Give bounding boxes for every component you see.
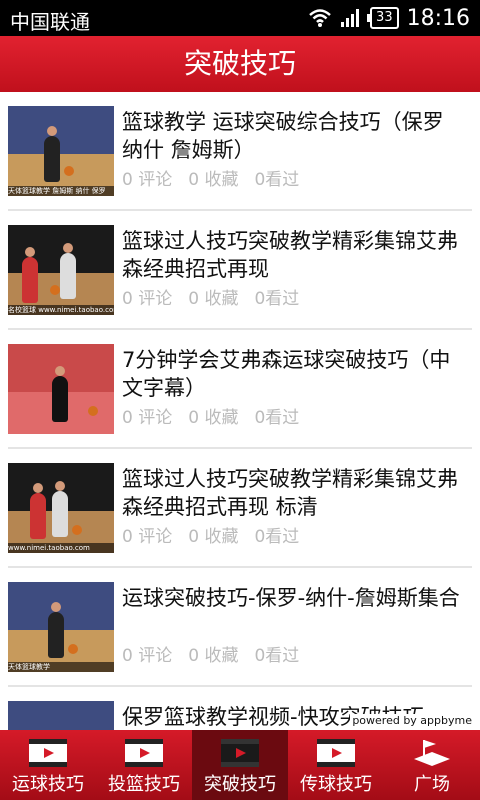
view-count: 0看过	[254, 289, 300, 309]
tab-shooting[interactable]: 投篮技巧	[96, 730, 192, 800]
tab-breakthrough[interactable]: 突破技巧	[192, 730, 288, 800]
tab-plaza[interactable]: 广场	[384, 730, 480, 800]
thumbnail-caption: 天体篮球教学 詹姆斯 纳什 保罗	[8, 186, 114, 196]
carrier-name: 中国联通	[10, 10, 90, 34]
wifi-icon	[309, 9, 331, 27]
thumbnail-caption: 天体篮球教学	[8, 662, 114, 672]
film-play-icon	[221, 739, 259, 767]
comment-count: 0 评论	[122, 170, 173, 190]
film-play-icon	[29, 739, 67, 767]
list-item[interactable]: 7分钟学会艾弗森运球突破技巧（中文字幕） 0 评论 0 收藏 0看过	[0, 330, 480, 449]
video-thumbnail[interactable]: 名校篮球 www.nimei.taobao.com	[8, 225, 114, 315]
list-item[interactable]: 天体篮球教学 詹姆斯 纳什 保罗 篮球教学 运球突破综合技巧（保罗 纳什 詹姆斯…	[0, 92, 480, 211]
comment-count: 0 评论	[122, 289, 173, 309]
item-title[interactable]: 7分钟学会艾弗森运球突破技巧（中文字幕）	[122, 346, 470, 402]
tab-label: 运球技巧	[12, 774, 84, 795]
comment-count: 0 评论	[122, 408, 173, 428]
video-list[interactable]: 天体篮球教学 詹姆斯 纳什 保罗 篮球教学 运球突破综合技巧（保罗 纳什 詹姆斯…	[0, 92, 480, 730]
comment-count: 0 评论	[122, 527, 173, 547]
favorite-count: 0 收藏	[188, 527, 239, 547]
tab-passing[interactable]: 传球技巧	[288, 730, 384, 800]
item-title[interactable]: 篮球过人技巧突破教学精彩集锦艾弗森经典招式再现	[122, 227, 470, 283]
tab-dribbling[interactable]: 运球技巧	[0, 730, 96, 800]
plaza-flag-icon	[414, 740, 450, 766]
video-thumbnail[interactable]: www.nimei.taobao.com	[8, 463, 114, 553]
list-item[interactable]: 名校篮球 www.nimei.taobao.com 篮球过人技巧突破教学精彩集锦…	[0, 211, 480, 330]
thumbnail-caption: 名校篮球 www.nimei.taobao.com	[8, 305, 114, 315]
film-play-icon	[317, 739, 355, 767]
signal-icon	[341, 9, 360, 27]
tab-label: 广场	[414, 774, 450, 795]
status-icons: 33 18:16	[308, 4, 470, 32]
view-count: 0看过	[254, 170, 300, 190]
battery-icon: 33	[367, 7, 399, 29]
item-title[interactable]: 篮球过人技巧突破教学精彩集锦艾弗森经典招式再现 标清	[122, 465, 470, 521]
item-meta: 0 评论 0 收藏 0看过	[122, 641, 315, 666]
favorite-count: 0 收藏	[188, 646, 239, 666]
list-item[interactable]: 天体篮球教学 运球突破技巧-保罗-纳什-詹姆斯集合 0 评论 0 收藏 0看过	[0, 568, 480, 687]
video-thumbnail[interactable]: 天体篮球教学 詹姆斯 纳什 保罗	[8, 106, 114, 196]
tab-label: 投篮技巧	[108, 774, 180, 795]
tab-label: 传球技巧	[300, 774, 372, 795]
video-thumbnail[interactable]	[8, 344, 114, 434]
view-count: 0看过	[254, 408, 300, 428]
item-meta: 0 评论 0 收藏 0看过	[122, 522, 315, 547]
page-title-bar: 突破技巧	[0, 36, 480, 92]
bottom-tab-bar: 运球技巧 投篮技巧 突破技巧 传球技巧 广场	[0, 730, 480, 800]
page-title: 突破技巧	[183, 47, 296, 80]
item-title[interactable]: 篮球教学 运球突破综合技巧（保罗 纳什 詹姆斯）	[122, 108, 470, 164]
item-meta: 0 评论 0 收藏 0看过	[122, 165, 315, 190]
clock: 18:16	[406, 5, 470, 31]
powered-by-label: powered by appbyme	[350, 714, 474, 727]
favorite-count: 0 收藏	[188, 289, 239, 309]
favorite-count: 0 收藏	[188, 170, 239, 190]
video-thumbnail[interactable]	[8, 701, 114, 730]
favorite-count: 0 收藏	[188, 408, 239, 428]
film-play-icon	[125, 739, 163, 767]
video-thumbnail[interactable]: 天体篮球教学	[8, 582, 114, 672]
status-bar: 中国联通 33 18:16	[0, 0, 480, 36]
list-item[interactable]: www.nimei.taobao.com 篮球过人技巧突破教学精彩集锦艾弗森经典…	[0, 449, 480, 568]
item-meta: 0 评论 0 收藏 0看过	[122, 403, 315, 428]
view-count: 0看过	[254, 527, 300, 547]
thumbnail-caption: www.nimei.taobao.com	[8, 543, 114, 553]
comment-count: 0 评论	[122, 646, 173, 666]
item-meta: 0 评论 0 收藏 0看过	[122, 284, 315, 309]
tab-label: 突破技巧	[204, 774, 276, 795]
item-title[interactable]: 运球突破技巧-保罗-纳什-詹姆斯集合	[122, 584, 470, 612]
view-count: 0看过	[254, 646, 300, 666]
